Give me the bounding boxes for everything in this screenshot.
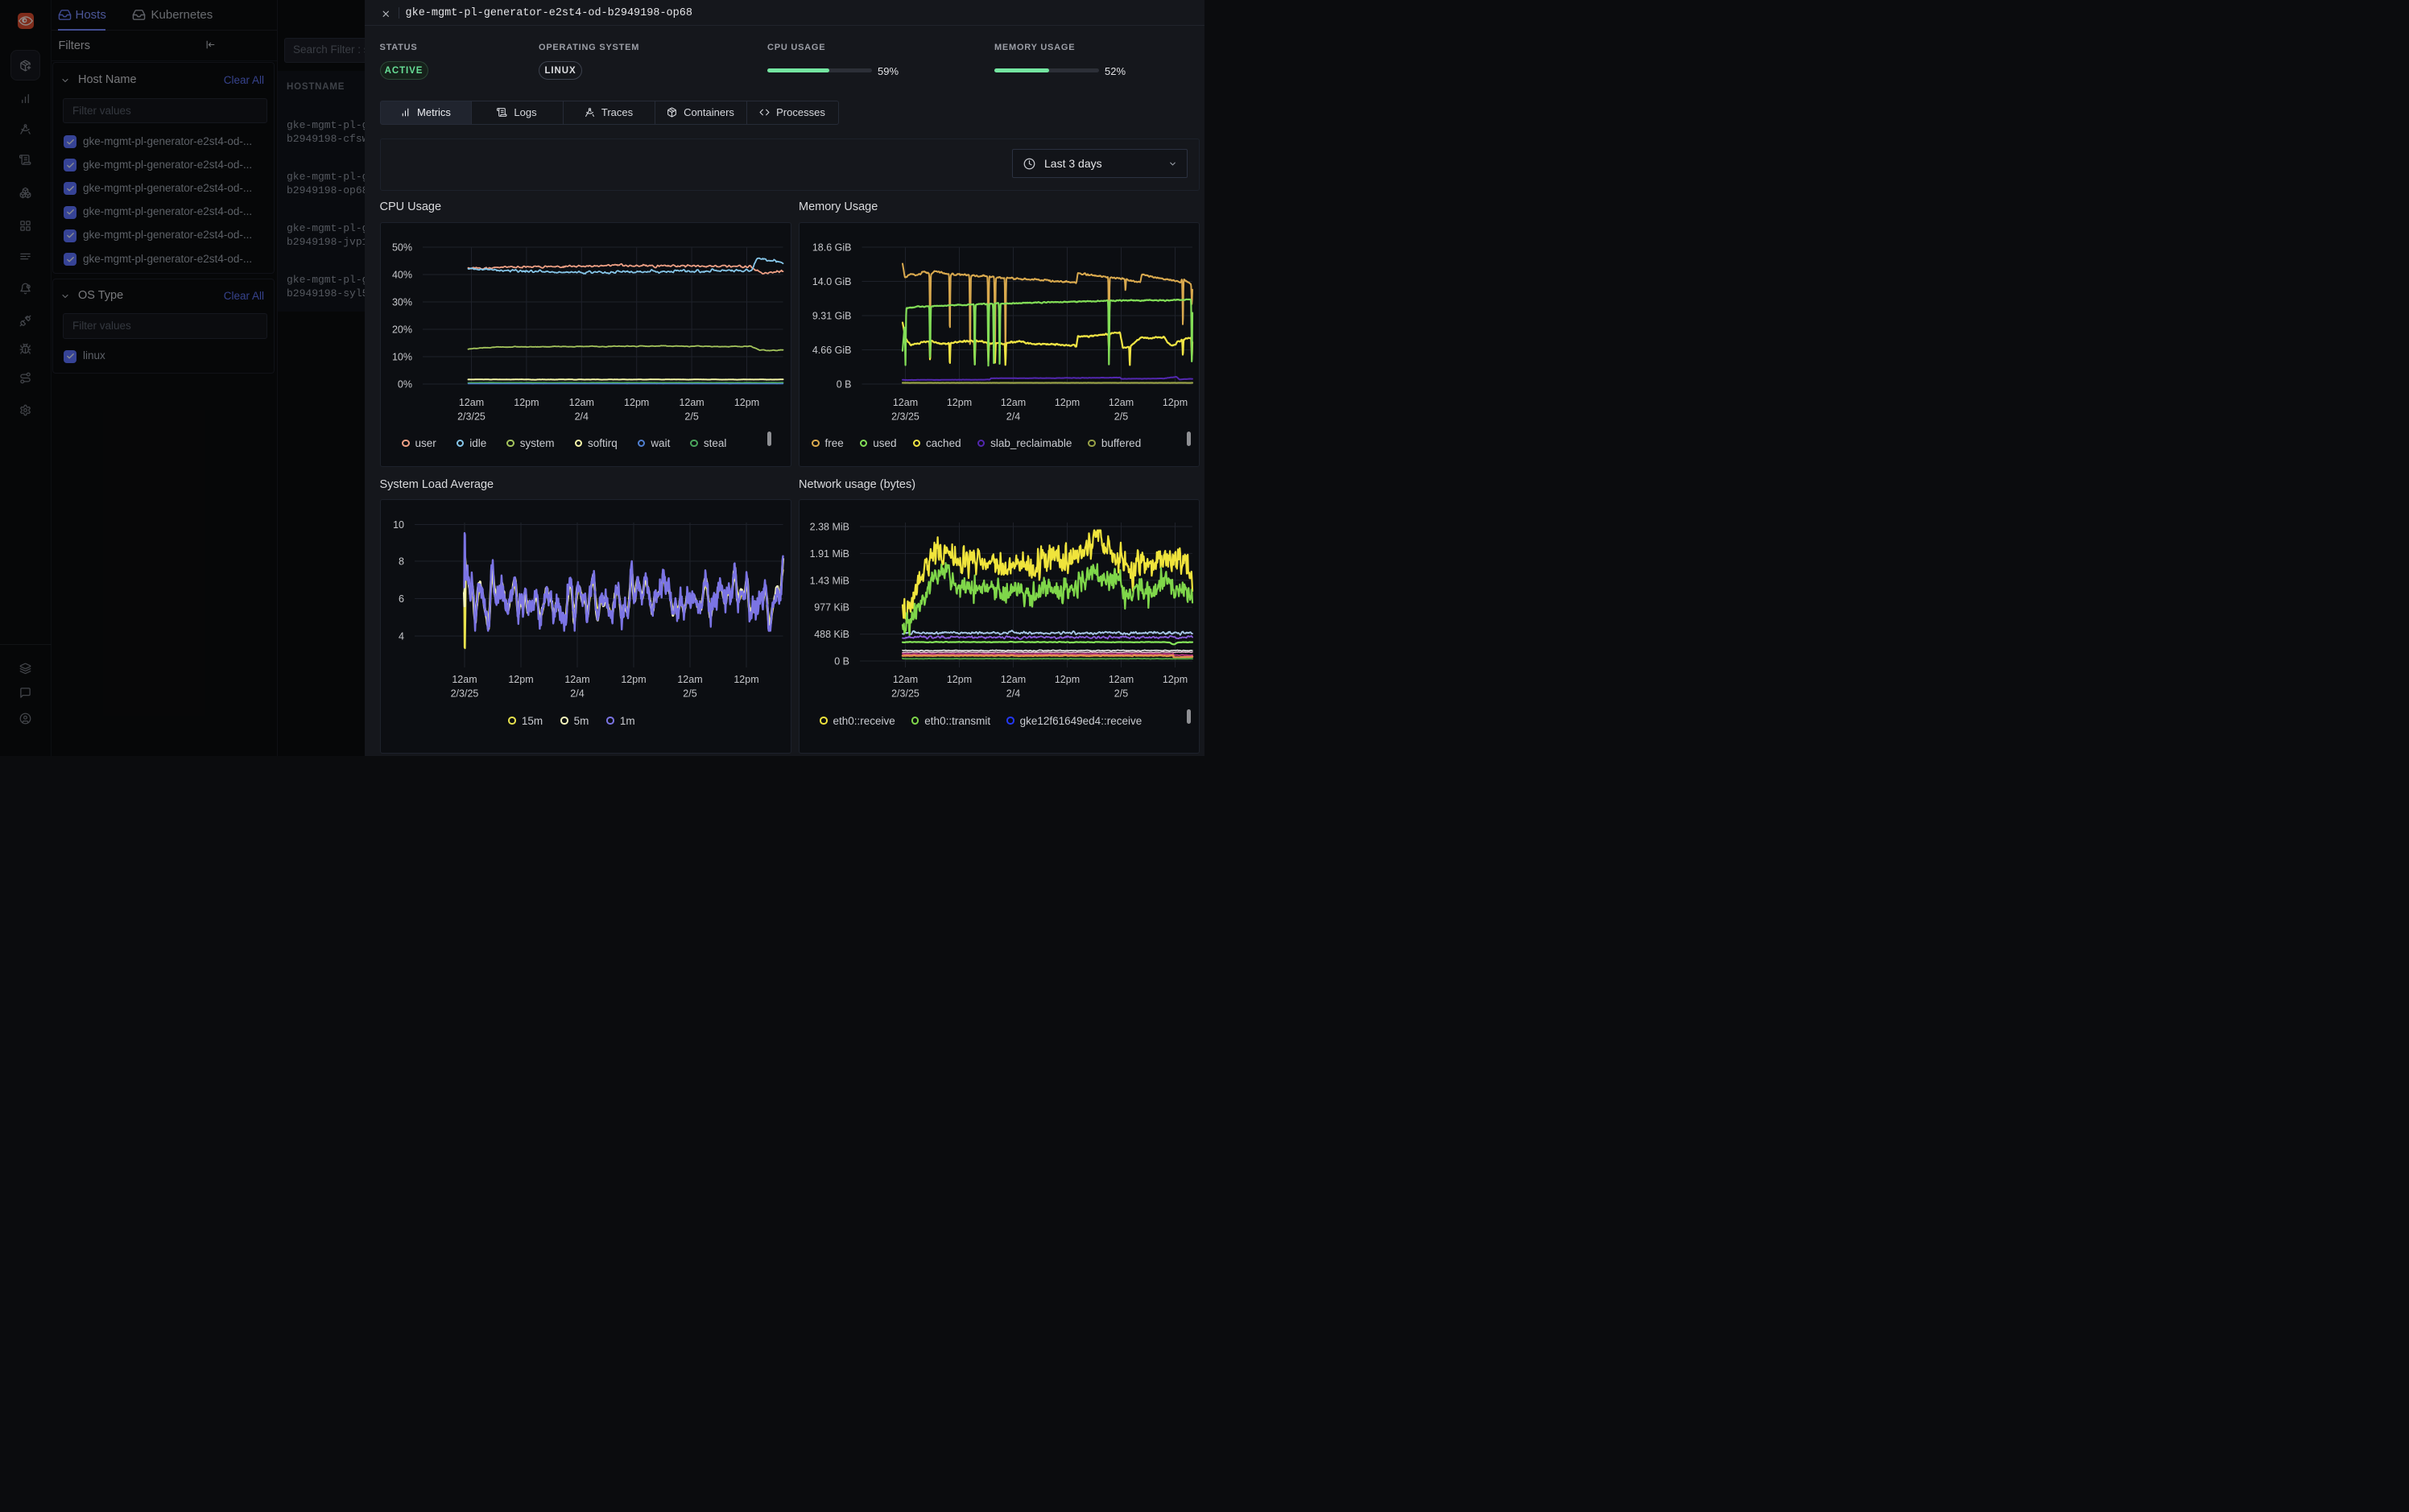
svg-text:2/5: 2/5 [684,411,698,422]
svg-text:12am: 12am [677,674,702,685]
svg-text:10%: 10% [391,351,411,362]
svg-text:2/5: 2/5 [683,688,696,700]
svg-text:12pm: 12pm [514,397,539,408]
svg-text:12pm: 12pm [624,397,649,408]
svg-text:12am: 12am [458,397,483,408]
svg-text:12pm: 12pm [621,674,646,685]
svg-text:12pm: 12pm [1163,674,1188,685]
svg-text:18.6 GiB: 18.6 GiB [812,242,852,253]
svg-text:2/5: 2/5 [1114,411,1128,422]
svg-text:12pm: 12pm [733,674,758,685]
svg-text:2/5: 2/5 [1114,688,1128,700]
svg-text:488 KiB: 488 KiB [814,629,849,640]
svg-text:12am: 12am [679,397,704,408]
svg-text:12am: 12am [1001,397,1026,408]
svg-text:12pm: 12pm [947,674,972,685]
svg-text:9.31 GiB: 9.31 GiB [812,310,852,321]
svg-text:12pm: 12pm [733,397,758,408]
svg-text:12am: 12am [564,674,589,685]
svg-text:12am: 12am [1001,674,1026,685]
svg-text:4.66 GiB: 4.66 GiB [812,345,852,356]
svg-text:40%: 40% [391,269,411,280]
svg-text:2/3/25: 2/3/25 [891,688,919,700]
svg-text:2.38 MiB: 2.38 MiB [810,522,849,533]
svg-text:2/3/25: 2/3/25 [450,688,478,700]
svg-text:50%: 50% [391,242,411,253]
svg-text:1.43 MiB: 1.43 MiB [810,575,849,586]
svg-text:12am: 12am [568,397,593,408]
svg-text:1.91 MiB: 1.91 MiB [810,548,849,560]
svg-text:0 B: 0 B [837,378,852,390]
svg-text:12am: 12am [893,397,918,408]
svg-text:20%: 20% [391,324,411,335]
svg-text:12pm: 12pm [1055,674,1080,685]
svg-text:0%: 0% [397,378,411,390]
svg-text:2/3/25: 2/3/25 [457,411,486,422]
svg-text:2/4: 2/4 [574,411,588,422]
svg-text:2/3/25: 2/3/25 [891,411,919,422]
svg-text:10: 10 [393,519,404,531]
svg-text:12pm: 12pm [1163,397,1188,408]
svg-text:12am: 12am [1109,674,1134,685]
svg-text:12pm: 12pm [508,674,533,685]
svg-text:4: 4 [399,631,404,642]
svg-text:12am: 12am [893,674,918,685]
svg-text:2/4: 2/4 [1006,411,1020,422]
svg-text:12pm: 12pm [947,397,972,408]
svg-text:2/4: 2/4 [570,688,584,700]
svg-text:2/4: 2/4 [1006,688,1020,700]
svg-text:12am: 12am [452,674,477,685]
svg-text:6: 6 [399,593,404,605]
svg-text:0 B: 0 B [834,656,849,667]
svg-text:8: 8 [399,556,404,568]
svg-text:12am: 12am [1109,397,1134,408]
svg-text:977 KiB: 977 KiB [814,602,849,613]
svg-text:30%: 30% [391,296,411,308]
svg-text:12pm: 12pm [1055,397,1080,408]
svg-text:14.0 GiB: 14.0 GiB [812,276,852,287]
